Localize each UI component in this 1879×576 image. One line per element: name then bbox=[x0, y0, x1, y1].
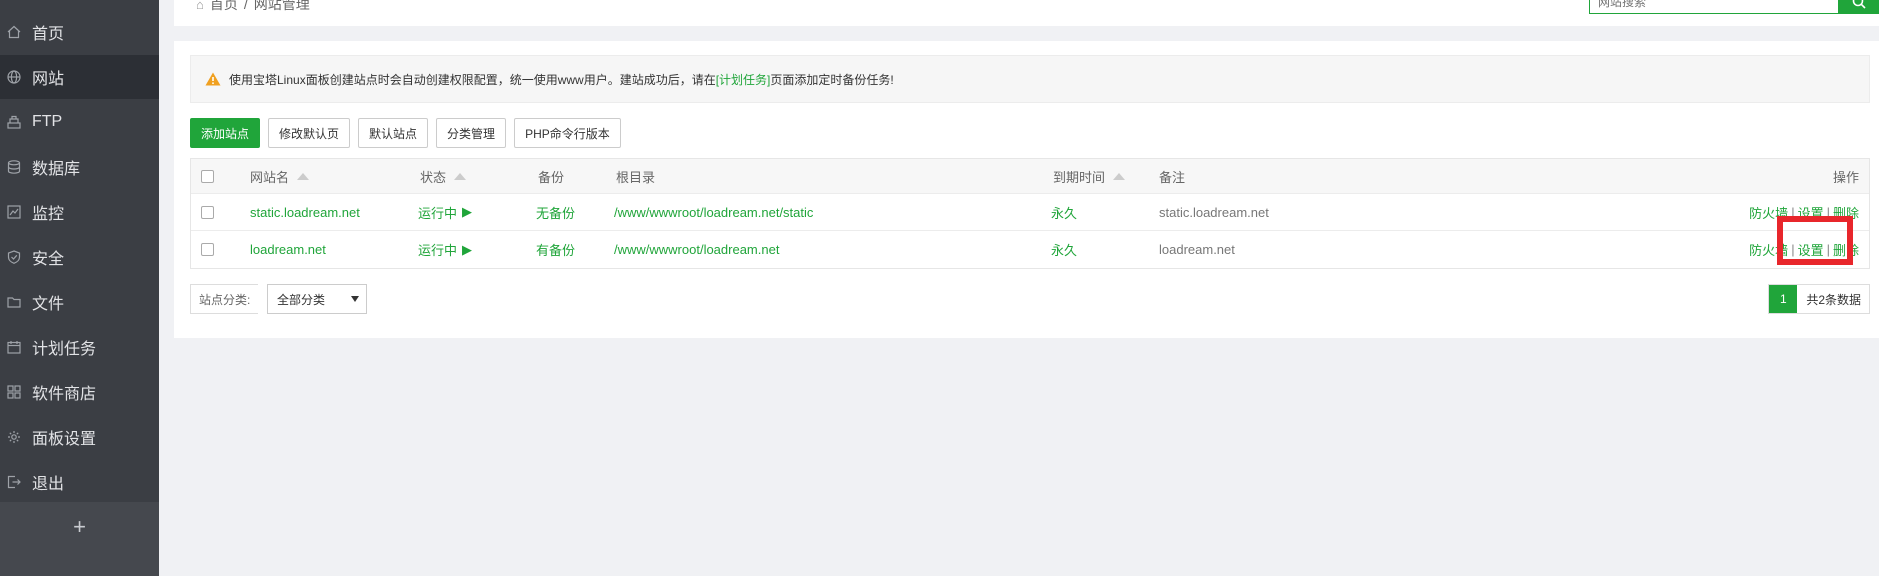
sidebar-item-files[interactable]: 文件 bbox=[0, 280, 159, 324]
home-icon bbox=[7, 25, 21, 39]
toolbar: 添加站点 修改默认页 默认站点 分类管理 PHP命令行版本 bbox=[190, 118, 621, 148]
monitor-icon bbox=[7, 205, 21, 219]
breadcrumb-home[interactable]: 首页 bbox=[210, 0, 238, 14]
warning-icon bbox=[205, 72, 221, 86]
site-status-toggle[interactable]: 运行中 ▶ bbox=[418, 194, 472, 230]
folder-icon bbox=[7, 295, 21, 309]
table-row: static.loadream.net 运行中 ▶ 无备份 /www/wwwroo… bbox=[191, 194, 1869, 231]
edit-default-page-button[interactable]: 修改默认页 bbox=[268, 118, 351, 148]
notice-banner: 使用宝塔Linux面板创建站点时会自动创建权限配置，统一使用www用户。建站成功… bbox=[190, 55, 1870, 103]
sidebar-item-website[interactable]: 网站 bbox=[0, 55, 159, 99]
search-icon bbox=[1852, 0, 1866, 9]
site-name-link[interactable]: static.loadream.net bbox=[250, 194, 360, 230]
sidebar-item-monitor[interactable]: 监控 bbox=[0, 190, 159, 234]
sort-asc-icon bbox=[1113, 172, 1126, 180]
backup-link[interactable]: 有备份 bbox=[536, 231, 575, 268]
site-status-toggle[interactable]: 运行中 ▶ bbox=[418, 231, 472, 268]
sort-asc-icon bbox=[297, 172, 310, 180]
sidebar-item-ftp[interactable]: FTP bbox=[0, 100, 159, 144]
add-shortcut-button[interactable]: + bbox=[0, 505, 159, 549]
globe-icon bbox=[7, 70, 21, 84]
site-table: 网站名 状态 备份 根目录 到期时间 备注 操作 static.loadream… bbox=[190, 158, 1870, 269]
sidebar-item-home[interactable]: 首页 bbox=[0, 10, 159, 54]
search-input[interactable] bbox=[1589, 0, 1839, 14]
highlight-annotation-box bbox=[1777, 216, 1853, 265]
sidebar-item-label: 软件商店 bbox=[32, 386, 97, 403]
sidebar-item-store[interactable]: 软件商店 bbox=[0, 370, 159, 414]
select-all-checkbox[interactable] bbox=[201, 169, 214, 183]
sidebar-item-cron[interactable]: 计划任务 bbox=[0, 325, 159, 369]
default-site-button[interactable]: 默认站点 bbox=[358, 118, 429, 148]
calendar-icon bbox=[7, 340, 21, 354]
category-select[interactable]: 全部分类 bbox=[267, 284, 367, 314]
row-checkbox[interactable] bbox=[201, 243, 214, 256]
cron-task-link[interactable]: [计划任务] bbox=[716, 71, 771, 88]
sidebar-item-label: 数据库 bbox=[32, 161, 81, 178]
sidebar-item-label: 安全 bbox=[32, 251, 65, 268]
column-header-ops: 操作 bbox=[1832, 169, 1859, 185]
notice-text: 使用宝塔Linux面板创建站点时会自动创建权限配置，统一使用www用户。建站成功… bbox=[229, 72, 716, 87]
grid-icon bbox=[7, 385, 21, 399]
ftp-icon bbox=[7, 115, 21, 129]
category-manage-button[interactable]: 分类管理 bbox=[436, 118, 507, 148]
sidebar-item-label: 网站 bbox=[32, 71, 65, 88]
remark-field[interactable]: loadream.net bbox=[1159, 231, 1235, 268]
add-site-button[interactable]: 添加站点 bbox=[190, 118, 261, 148]
sidebar: 首页 网站 FTP 数据库 监控 安全 文件 计划任务 软件商店 面板设置 退出… bbox=[0, 0, 159, 576]
pagination: 1 共2条数据 bbox=[1768, 284, 1870, 314]
table-row: loadream.net 运行中 ▶ 有备份 /www/wwwroot/loadr… bbox=[191, 231, 1869, 268]
home-icon: ⌂ bbox=[196, 0, 204, 12]
root-dir-link[interactable]: /www/wwwroot/loadream.net bbox=[614, 231, 779, 268]
breadcrumb-current: 网站管理 bbox=[253, 0, 310, 12]
play-icon: ▶ bbox=[462, 204, 473, 219]
php-cli-version-button[interactable]: PHP命令行版本 bbox=[514, 118, 621, 148]
database-icon bbox=[7, 160, 21, 174]
header-bar: ⌂ 首页 / 网站管理 bbox=[174, 0, 1879, 26]
site-name-link[interactable]: loadream.net bbox=[250, 231, 326, 268]
sidebar-item-label: FTP bbox=[32, 113, 63, 130]
page-number-current[interactable]: 1 bbox=[1769, 285, 1798, 313]
total-count: 共2条数据 bbox=[1806, 292, 1861, 307]
row-checkbox[interactable] bbox=[201, 205, 214, 219]
column-header-expire[interactable]: 到期时间 bbox=[1053, 159, 1126, 193]
sidebar-item-security[interactable]: 安全 bbox=[0, 235, 159, 279]
chevron-down-icon bbox=[351, 296, 359, 302]
sidebar-item-database[interactable]: 数据库 bbox=[0, 145, 159, 189]
column-header-remark: 备注 bbox=[1159, 169, 1186, 185]
table-header: 网站名 状态 备份 根目录 到期时间 备注 操作 bbox=[191, 159, 1869, 194]
sort-asc-icon bbox=[454, 172, 467, 180]
expire-date-link[interactable]: 永久 bbox=[1051, 194, 1077, 230]
sidebar-item-panel-settings[interactable]: 面板设置 bbox=[0, 415, 159, 459]
column-header-name[interactable]: 网站名 bbox=[250, 159, 310, 193]
remark-field[interactable]: static.loadream.net bbox=[1159, 194, 1269, 230]
breadcrumb-separator: / bbox=[243, 0, 248, 12]
table-footer: 站点分类: 全部分类 1 共2条数据 bbox=[190, 284, 1870, 314]
sidebar-item-label: 面板设置 bbox=[32, 431, 97, 448]
play-icon: ▶ bbox=[462, 241, 473, 257]
sidebar-item-logout[interactable]: 退出 bbox=[0, 460, 159, 504]
breadcrumb: ⌂ 首页 / 网站管理 bbox=[196, 0, 310, 14]
sidebar-item-label: 计划任务 bbox=[32, 341, 97, 358]
column-header-backup: 备份 bbox=[538, 169, 565, 185]
column-header-status[interactable]: 状态 bbox=[420, 159, 467, 193]
sidebar-item-label: 监控 bbox=[32, 206, 65, 223]
category-select-value: 全部分类 bbox=[277, 292, 326, 307]
column-header-root: 根目录 bbox=[616, 169, 656, 185]
shield-icon bbox=[7, 250, 21, 264]
sidebar-item-label: 首页 bbox=[32, 26, 65, 43]
backup-link[interactable]: 无备份 bbox=[536, 194, 575, 230]
notice-text-end: 页面添加定时备份任务! bbox=[770, 72, 894, 87]
sidebar-item-label: 文件 bbox=[32, 296, 65, 313]
root-dir-link[interactable]: /www/wwwroot/loadream.net/static bbox=[614, 194, 813, 230]
gear-icon bbox=[7, 430, 21, 444]
category-label: 站点分类: bbox=[190, 284, 259, 314]
search-box bbox=[1589, 0, 1879, 14]
sidebar-item-label: 退出 bbox=[32, 476, 65, 493]
expire-date-link[interactable]: 永久 bbox=[1051, 231, 1077, 268]
search-button[interactable] bbox=[1839, 0, 1879, 14]
logout-icon bbox=[7, 475, 21, 489]
site-list-panel: 使用宝塔Linux面板创建站点时会自动创建权限配置，统一使用www用户。建站成功… bbox=[174, 41, 1879, 338]
